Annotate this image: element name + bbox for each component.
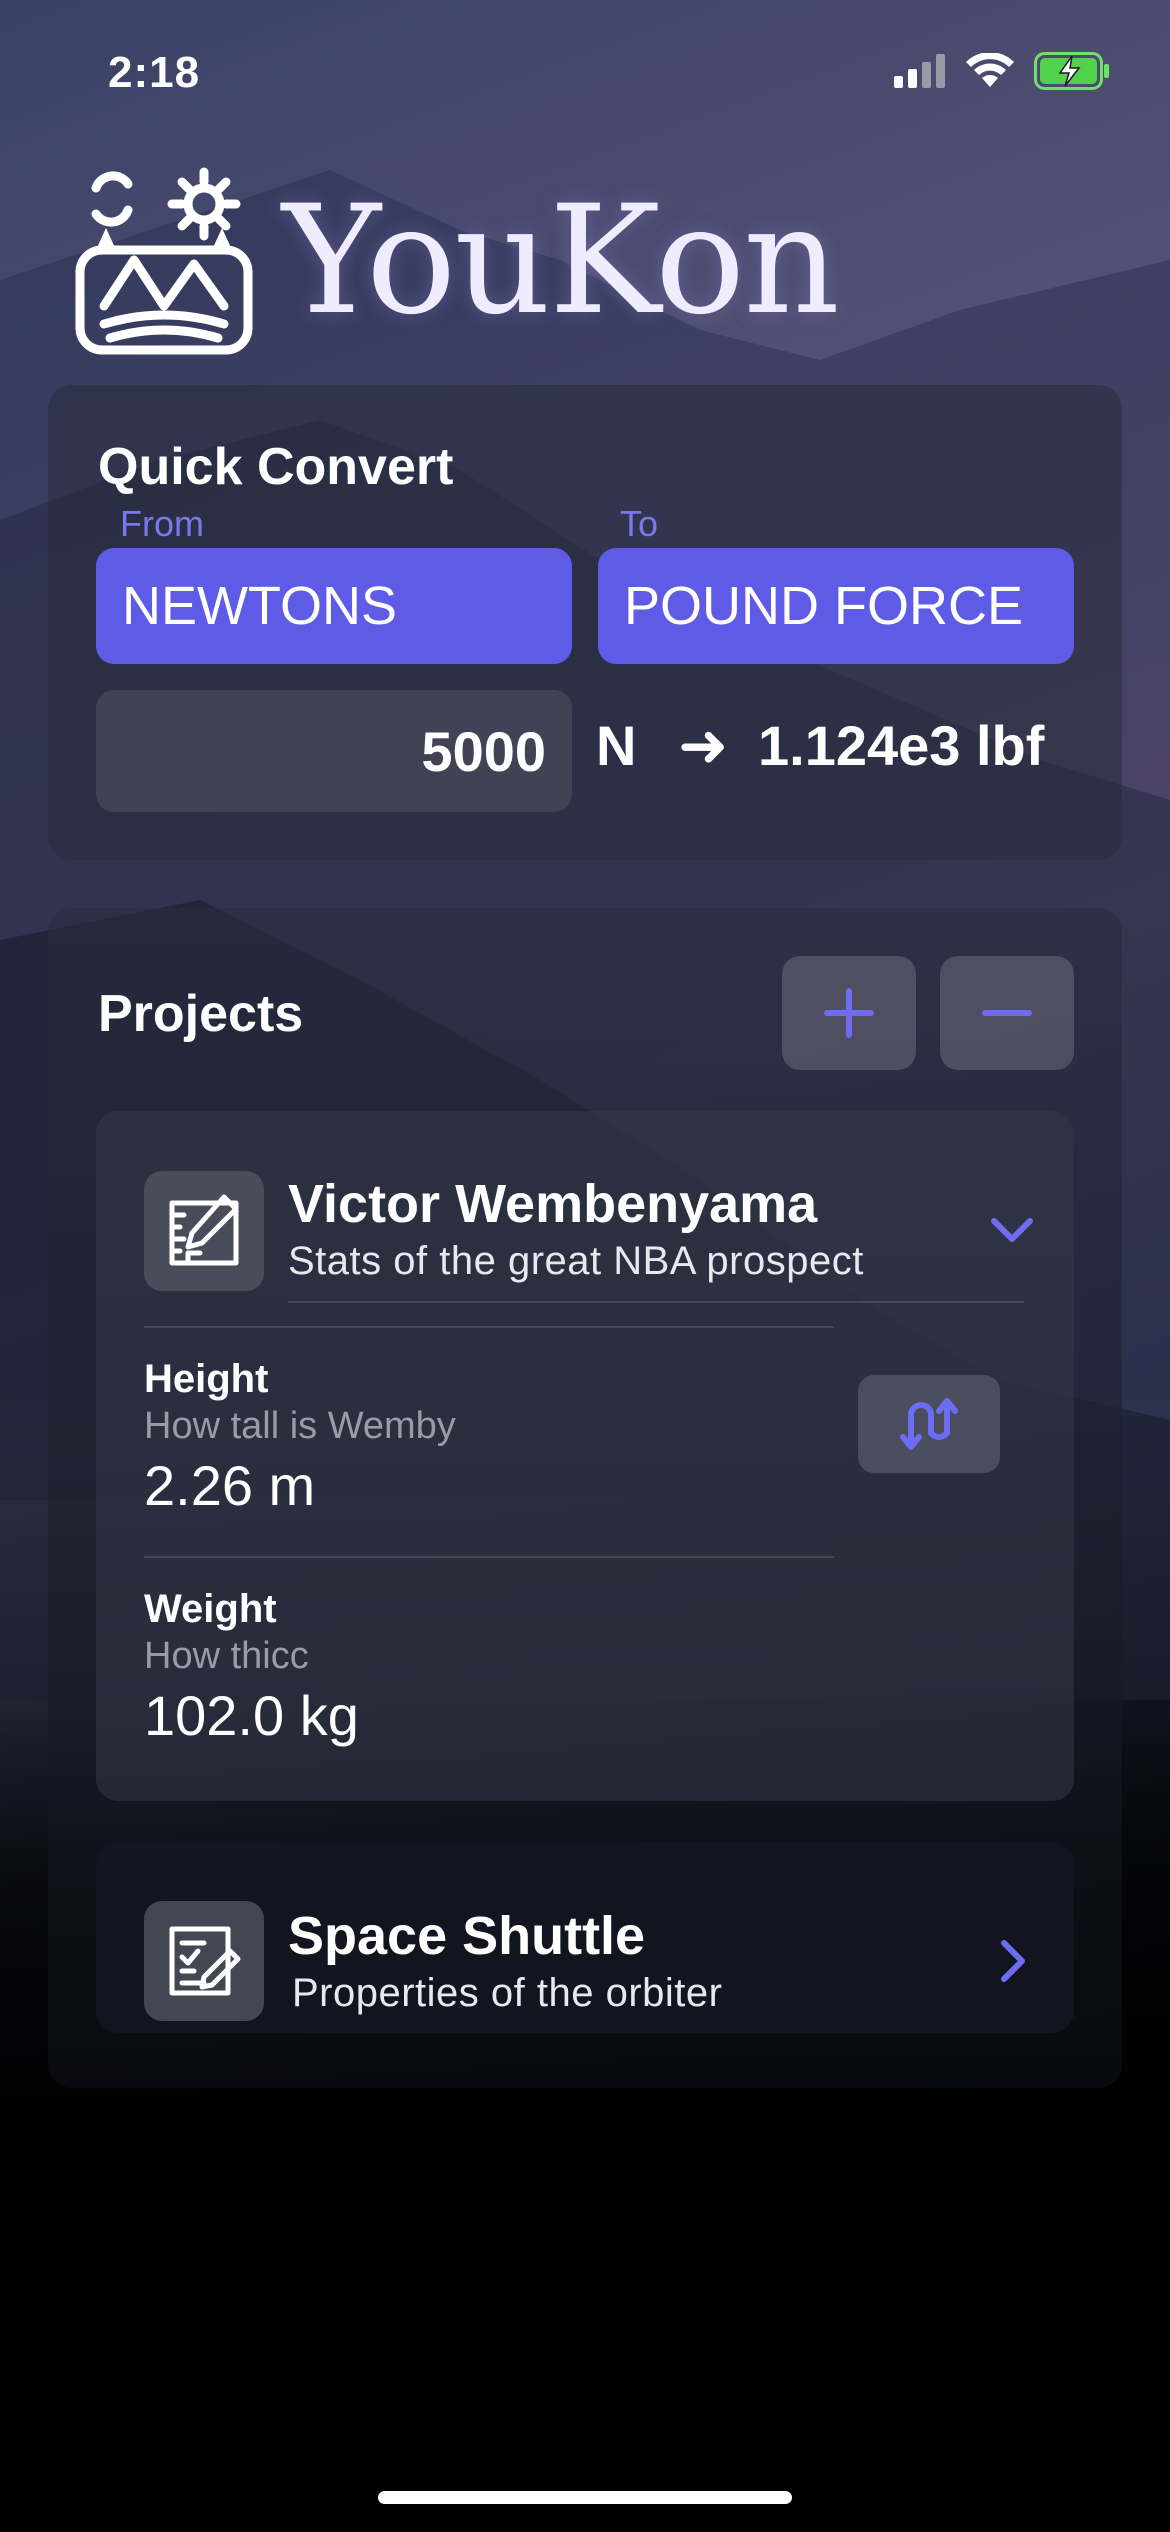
projects-title: Projects (98, 985, 304, 1043)
quick-convert-card: Quick Convert From To NEWTONS POUND FORC… (48, 385, 1122, 860)
project-item-space-shuttle[interactable]: Space Shuttle Properties of the orbiter (96, 1843, 1074, 2033)
project-subtitle: Properties of the orbiter (292, 1971, 723, 2015)
metric-label-weight: Weight (144, 1587, 277, 1631)
to-label: To (620, 503, 659, 544)
divider (288, 1301, 1024, 1303)
minus-icon (982, 1010, 1032, 1016)
plus-icon (824, 988, 874, 1038)
battery-charging-icon (1034, 52, 1109, 90)
value-input[interactable]: 5000 (96, 690, 572, 812)
metric-description-weight: How thicc (144, 1635, 309, 1677)
arrow-right-icon: ➜ (678, 712, 729, 779)
conversion-result: 1.124e3 lbf (758, 714, 1045, 777)
quick-convert-title: Quick Convert (98, 438, 454, 496)
swap-arrows-icon (900, 1398, 958, 1450)
blueprint-icon (144, 1171, 264, 1291)
divider (144, 1326, 834, 1328)
app-title: YouKon (282, 174, 840, 348)
chevron-right-icon[interactable] (996, 1937, 1028, 1990)
home-indicator[interactable] (378, 2491, 792, 2504)
metric-description-height: How tall is Wemby (144, 1405, 456, 1447)
project-title: Space Shuttle (288, 1906, 646, 1966)
cellular-signal-icon (894, 54, 945, 88)
metric-label-height: Height (144, 1357, 269, 1401)
projects-card: Projects Victor Wembenyama Stats of the … (48, 908, 1122, 2088)
input-unit: N (596, 714, 637, 777)
status-bar: 2:18 (0, 0, 1170, 140)
project-title: Victor Wembenyama (288, 1174, 818, 1234)
checklist-pencil-icon (144, 1901, 264, 2021)
metric-value-height[interactable]: 2.26 m (144, 1453, 315, 1518)
status-time: 2:18 (108, 48, 201, 97)
project-item-victor-wembenyama[interactable]: Victor Wembenyama Stats of the great NBA… (96, 1111, 1074, 1801)
from-unit-select[interactable]: NEWTONS (96, 548, 572, 664)
swap-units-button[interactable] (858, 1375, 1000, 1473)
project-subtitle: Stats of the great NBA prospect (288, 1239, 864, 1283)
to-unit-select[interactable]: POUND FORCE (598, 548, 1074, 664)
divider (144, 1556, 834, 1558)
wifi-icon (966, 53, 1014, 87)
add-project-button[interactable] (782, 956, 916, 1070)
remove-project-button[interactable] (940, 956, 1074, 1070)
metric-value-weight[interactable]: 102.0 kg (144, 1683, 359, 1748)
app-header: YouKon (74, 166, 1074, 356)
logo-icon (75, 167, 253, 355)
chevron-down-icon[interactable] (988, 1213, 1036, 1250)
status-icons (894, 52, 1110, 90)
from-label: From (120, 503, 204, 544)
